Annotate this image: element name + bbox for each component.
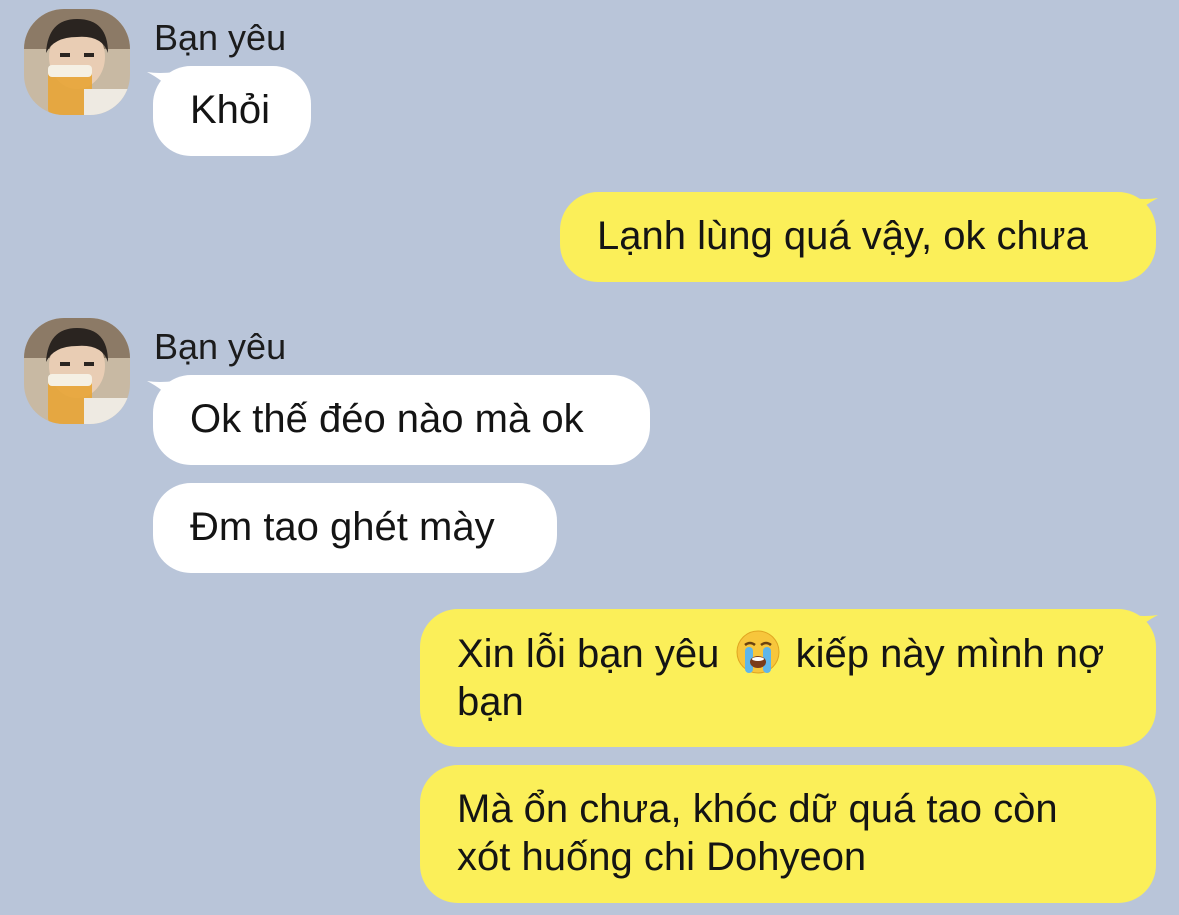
- sender-name: Bạn yêu: [154, 326, 287, 367]
- incoming-message-bubble[interactable]: Đm tao ghét mày: [153, 483, 557, 573]
- sender-name: Bạn yêu: [154, 17, 287, 58]
- incoming-message-bubble[interactable]: Khỏi: [153, 66, 311, 156]
- outgoing-message-bubble[interactable]: Lạnh lùng quá vậy, ok chưa: [560, 192, 1156, 282]
- incoming-message-bubble[interactable]: Ok thế đéo nào mà ok: [153, 375, 650, 465]
- avatar-photo-icon: [24, 9, 130, 115]
- contact-avatar[interactable]: [24, 9, 130, 115]
- message-text: Xin lỗi bạn yêu: [457, 632, 720, 676]
- loudly-crying-face-icon: [736, 630, 780, 674]
- chat-thread: Bạn yêu Khỏi Lạnh lùng quá vậy, ok chưa …: [0, 0, 1179, 915]
- outgoing-message-bubble[interactable]: Xin lỗi bạn yêu kiếp này mình nợ bạn: [420, 609, 1156, 747]
- contact-avatar[interactable]: [24, 318, 130, 424]
- avatar-photo-icon: [24, 318, 130, 424]
- outgoing-message-bubble[interactable]: Mà ổn chưa, khóc dữ quá tao còn xót huốn…: [420, 765, 1156, 903]
